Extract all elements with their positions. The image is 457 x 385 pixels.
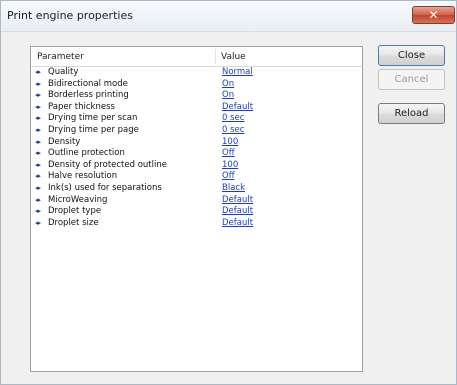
- list-item[interactable]: ◂▸ Halve resolution Off: [31, 171, 362, 183]
- left-right-arrows-icon: ◂▸: [35, 68, 41, 76]
- list-item[interactable]: ◂▸ Paper thickness Default: [31, 102, 362, 114]
- list-item[interactable]: ◂▸ MicroWeaving Default: [31, 195, 362, 207]
- close-window-button[interactable]: ✕: [412, 6, 455, 24]
- list-item[interactable]: ◂▸ Quality Normal: [31, 67, 362, 79]
- parameter-name: Ink(s) used for separations: [48, 182, 162, 193]
- left-right-arrows-icon: ◂▸: [35, 137, 41, 146]
- list-item[interactable]: ◂▸ Density of protected outline 100: [31, 160, 362, 172]
- list-item[interactable]: ◂▸ Droplet type Default: [31, 206, 362, 218]
- left-right-arrows-icon: ◂▸: [35, 207, 41, 216]
- list-rows: ◂▸ Quality Normal ◂▸ Bidirectional mode On ◂▸ B…: [31, 67, 362, 229]
- parameter-name: Droplet size: [48, 217, 99, 228]
- parameter-name: Outline protection: [48, 148, 125, 159]
- parameter-name: Droplet type: [48, 206, 102, 217]
- print-engine-properties-dialog: Print engine properties ✕ Parameter Valu…: [0, 0, 457, 385]
- parameter-name: Bidirectional mode: [48, 78, 128, 89]
- parameter-value-link[interactable]: Default: [222, 218, 253, 230]
- parameter-name: Drying time per page: [48, 124, 139, 135]
- list-item[interactable]: ◂▸ Droplet size Default: [31, 218, 362, 230]
- parameter-value-link[interactable]: Off: [222, 148, 235, 160]
- parameter-value-link[interactable]: Normal: [222, 67, 253, 79]
- parameter-name: Density of protected outline: [48, 159, 167, 170]
- left-right-arrows-icon: ◂▸: [35, 79, 41, 88]
- list-item[interactable]: ◂▸ Drying time per scan 0 sec: [31, 113, 362, 125]
- parameter-value-link[interactable]: 100: [222, 160, 238, 172]
- list-item[interactable]: ◂▸ Density 100: [31, 137, 362, 149]
- parameter-name: MicroWeaving: [48, 194, 108, 205]
- left-right-arrows-icon: ◂▸: [35, 149, 41, 158]
- title-bar: Print engine properties ✕: [1, 1, 456, 32]
- parameter-value-link[interactable]: Default: [222, 195, 253, 207]
- column-header-value[interactable]: Value: [221, 52, 246, 62]
- left-right-arrows-icon: ◂▸: [35, 172, 41, 181]
- parameter-value-link[interactable]: On: [222, 79, 234, 91]
- dialog-title: Print engine properties: [7, 9, 133, 22]
- properties-list[interactable]: Parameter Value ◂▸ Quality Normal ◂▸ Bidirec…: [30, 46, 363, 372]
- parameter-value-link[interactable]: Default: [222, 102, 253, 114]
- parameter-value-link[interactable]: 100: [222, 137, 238, 149]
- left-right-arrows-icon: ◂▸: [35, 195, 41, 204]
- list-item[interactable]: ◂▸ Ink(s) used for separations Black: [31, 183, 362, 195]
- list-item[interactable]: ◂▸ Outline protection Off: [31, 148, 362, 160]
- parameter-value-link[interactable]: Off: [222, 171, 235, 183]
- close-icon: ✕: [428, 8, 439, 22]
- left-right-arrows-icon: ◂▸: [35, 183, 41, 192]
- parameter-value-link[interactable]: On: [222, 90, 234, 102]
- list-item[interactable]: ◂▸ Drying time per page 0 sec: [31, 125, 362, 137]
- reload-button[interactable]: Reload: [378, 103, 445, 124]
- parameter-name: Borderless printing: [48, 90, 129, 101]
- close-button[interactable]: Close: [378, 45, 445, 66]
- parameter-name: Drying time per scan: [48, 113, 138, 124]
- parameter-name: Paper thickness: [48, 101, 115, 112]
- parameter-value-link[interactable]: 0 sec: [222, 125, 244, 137]
- left-right-arrows-icon: ◂▸: [35, 91, 41, 100]
- left-right-arrows-icon: ◂▸: [35, 160, 41, 169]
- left-right-arrows-icon: ◂▸: [35, 114, 41, 123]
- parameter-value-link[interactable]: Black: [222, 183, 245, 195]
- list-item[interactable]: ◂▸ Borderless printing On: [31, 90, 362, 102]
- left-right-arrows-icon: ◂▸: [35, 218, 41, 227]
- list-item[interactable]: ◂▸ Bidirectional mode On: [31, 79, 362, 91]
- parameter-name: Quality: [48, 67, 79, 77]
- column-header-parameter[interactable]: Parameter: [37, 52, 84, 62]
- list-header: Parameter Value: [31, 47, 362, 67]
- left-right-arrows-icon: ◂▸: [35, 125, 41, 134]
- left-right-arrows-icon: ◂▸: [35, 102, 41, 111]
- parameter-value-link[interactable]: Default: [222, 206, 253, 218]
- parameter-name: Density: [48, 136, 81, 147]
- column-divider[interactable]: [215, 49, 216, 64]
- parameter-value-link[interactable]: 0 sec: [222, 113, 244, 125]
- parameter-name: Halve resolution: [48, 171, 118, 182]
- cancel-button[interactable]: Cancel: [378, 69, 445, 90]
